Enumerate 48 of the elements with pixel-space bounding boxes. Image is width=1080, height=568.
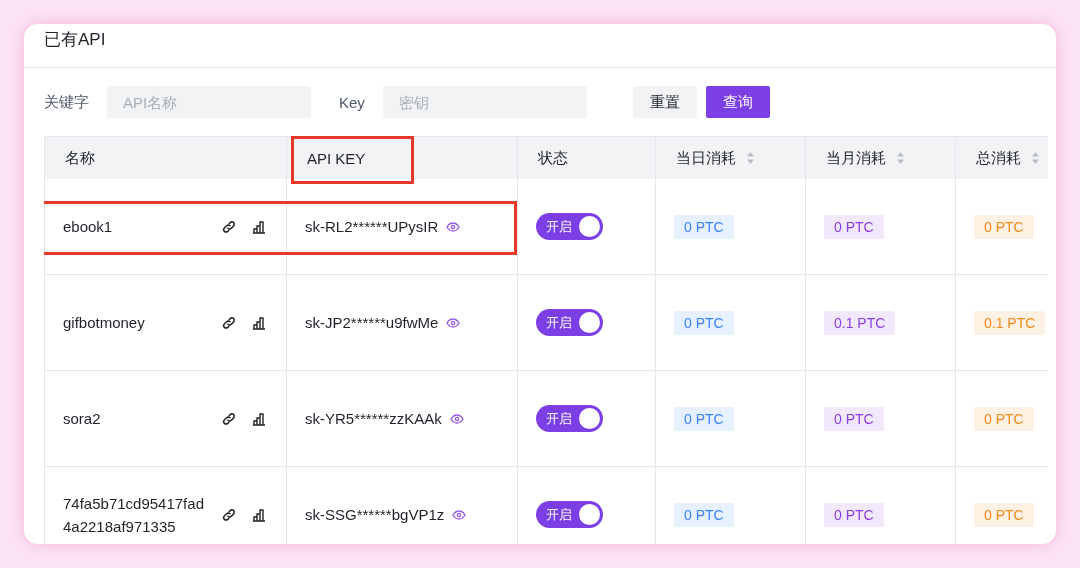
amount-tag: 0 PTC bbox=[974, 502, 1034, 527]
api-name-field[interactable]: API名称 bbox=[107, 86, 311, 118]
bar-chart-icon[interactable] bbox=[252, 315, 266, 330]
eye-icon[interactable] bbox=[446, 317, 461, 328]
amount-tag: 0 PTC bbox=[974, 406, 1034, 431]
status-toggle[interactable]: 开启 bbox=[536, 309, 603, 336]
link-icon[interactable] bbox=[222, 507, 236, 522]
bar-chart-icon[interactable] bbox=[252, 411, 266, 426]
column-header[interactable]: 当月消耗 bbox=[806, 136, 956, 179]
amount-tag: 0 PTC bbox=[674, 310, 734, 335]
api-name: sora2 bbox=[63, 409, 102, 429]
link-icon[interactable] bbox=[222, 411, 236, 426]
search-button[interactable]: 查询 bbox=[705, 86, 770, 118]
column-header: 状态 bbox=[518, 136, 656, 179]
amount-tag: 0.1 PTC bbox=[824, 310, 896, 335]
api-name: 74fa5b71cd95417fad4a2218af971335 bbox=[63, 493, 205, 537]
keyword-label: 关键字 bbox=[44, 92, 89, 112]
key-label: Key bbox=[339, 93, 365, 111]
eye-icon[interactable] bbox=[449, 413, 464, 424]
api-key: sk-JP2******u9fwMe bbox=[305, 314, 439, 331]
amount-tag: 0 PTC bbox=[824, 214, 884, 239]
link-icon[interactable] bbox=[222, 315, 236, 330]
link-icon[interactable] bbox=[222, 219, 236, 234]
eye-icon[interactable] bbox=[446, 221, 461, 232]
panel-title: 已有API bbox=[44, 29, 106, 51]
api-name: gifbotmoney bbox=[63, 313, 146, 333]
amount-tag: 0 PTC bbox=[824, 406, 884, 431]
eye-icon[interactable] bbox=[452, 509, 467, 520]
amount-tag: 0 PTC bbox=[674, 214, 734, 239]
column-header[interactable]: 总消耗 bbox=[956, 136, 1048, 179]
amount-tag: 0.1 PTC bbox=[974, 310, 1046, 335]
api-key: sk-RL2******UPysIR bbox=[305, 218, 439, 235]
api-key: sk-YR5******zzKAAk bbox=[305, 410, 442, 427]
amount-tag: 0 PTC bbox=[974, 214, 1034, 239]
api-key: sk-SSG******bgVP1z bbox=[305, 506, 445, 523]
status-toggle[interactable]: 开启 bbox=[536, 213, 603, 240]
bar-chart-icon[interactable] bbox=[252, 507, 266, 522]
bar-chart-icon[interactable] bbox=[252, 219, 266, 234]
key-field[interactable]: 密钥 bbox=[382, 86, 587, 118]
amount-tag: 0 PTC bbox=[824, 502, 884, 527]
status-toggle[interactable]: 开启 bbox=[536, 501, 603, 528]
reset-button[interactable]: 重置 bbox=[632, 86, 697, 118]
column-header: 名称 bbox=[45, 136, 287, 179]
status-toggle[interactable]: 开启 bbox=[536, 405, 603, 432]
amount-tag: 0 PTC bbox=[674, 406, 734, 431]
column-header[interactable]: 当日消耗 bbox=[656, 136, 806, 179]
api-name: ebook1 bbox=[63, 217, 114, 237]
amount-tag: 0 PTC bbox=[674, 502, 734, 527]
